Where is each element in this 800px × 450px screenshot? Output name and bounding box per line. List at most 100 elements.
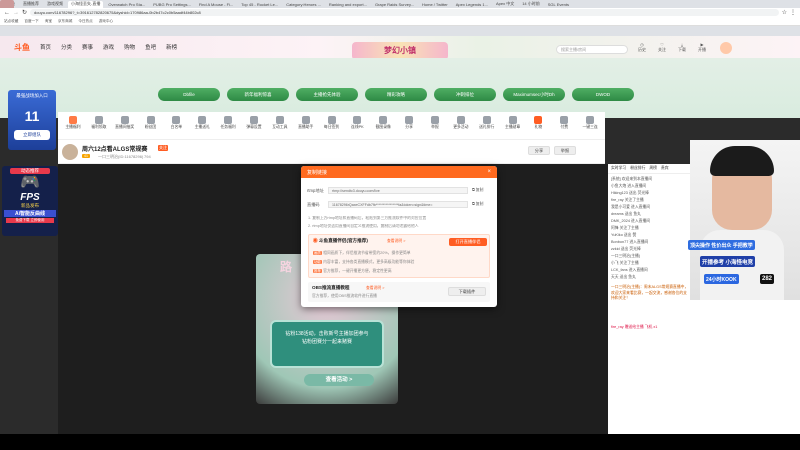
nav-link[interactable]: 购物 [124,43,135,51]
back-arrow-icon[interactable]: ← [4,10,10,16]
nav-link[interactable]: 游戏 [103,43,114,51]
bookmark-item[interactable]: 京东商城 [58,19,72,24]
bookmark-item[interactable]: 百度一下 [24,19,38,24]
bookmark-item[interactable]: 今日热点 [78,19,92,24]
key-copy-button[interactable]: ⧉ 复制 [472,202,483,207]
stream-key-field[interactable]: 11678296rQaxeCXFFdb7fb****************fa… [328,201,468,208]
toolbar-item[interactable]: 直播间抽奖 [112,116,138,130]
toolbar-item[interactable]: 任务福利 [215,116,241,130]
chat-message: fire_ray 关注了主播 [611,198,644,202]
banner-pill[interactable]: Dbfile [158,88,220,101]
toolbar-item[interactable]: 一键三连 [577,116,603,130]
banner-pill[interactable]: 新年福利惊喜 [227,88,289,101]
address-input[interactable]: douyu.com/11678296?_t=391612782820675&dy… [30,9,779,16]
open-companion-button[interactable]: 打开直播伴侣 [449,238,487,246]
reload-icon[interactable]: ↻ [22,9,27,16]
tool-icon [508,116,517,124]
toolbar-item[interactable]: 主播勋章 [500,116,526,130]
browser-tab[interactable]: 游戏视频 [44,1,66,8]
banner-pill[interactable]: 冲刺排位 [434,88,496,101]
browser-tab[interactable]: Apex 中文 [493,1,517,8]
toolbar-item[interactable]: 弹幕设置 [241,116,267,130]
browser-tab[interactable]: Top 45 - Rocket Le... [238,1,281,8]
toolbar-item[interactable]: 举报 [422,116,448,130]
rtmp-field[interactable]: rtmp://sendtc3.douyu.com/live [328,187,468,194]
banner-pill[interactable]: 主播抢先体验 [296,88,358,101]
chat-tab[interactable]: 周榜 [649,166,657,171]
rtmp-copy-button[interactable]: ⧉ 复制 [472,188,483,193]
follow-button[interactable]: 关注 [158,145,168,151]
browser-tab[interactable]: Grape Raids Survey... [372,1,417,8]
nav-link[interactable]: 首页 [40,43,51,51]
star-icon[interactable]: ☆ [782,9,787,16]
toolbar-item[interactable]: 主播送礼 [189,116,215,130]
toolbar-item[interactable]: 主播福利 [60,116,86,130]
broadcast-icon[interactable]: ▶ 开播 [696,42,708,56]
bookmark-item[interactable]: 站点收藏 [4,19,18,24]
report-button[interactable]: 举报 [554,146,576,155]
nav-link[interactable]: 鱼吧 [145,43,156,51]
chat-message: 一口三明治(主播) [611,254,641,258]
chat-message: dreams 送出 鱼丸 [611,212,641,216]
left-ad[interactable]: 动态推荐 🎮 FPS 新品发布 Ai智能反曲线 免费下载 立即使用 [2,166,58,236]
browser-tab[interactable]: 直播推荐 [20,1,42,8]
tool-icon [301,116,310,124]
browser-tab[interactable]: Ranking and export... [326,1,370,8]
toolbar-item[interactable]: 每日签到 [319,116,345,130]
nav-link[interactable]: 新榜 [166,43,177,51]
browser-tab-active[interactable]: 小海怪丢失-直播 [68,0,104,8]
toolbar-item[interactable]: 礼物 [525,116,551,130]
nav-link[interactable]: 分类 [61,43,72,51]
bookmark-item[interactable]: 游戏中心 [99,19,113,24]
site-logo[interactable]: 斗鱼 [14,42,30,53]
bookmark-item[interactable]: 淘宝 [45,19,52,24]
tool-label: 任务福利 [220,125,236,129]
toolbar-item[interactable]: 直播助手 [293,116,319,130]
companion-help-link[interactable]: 查看说明 > [387,239,405,244]
browser-tab[interactable]: Apex Legends 1... [453,1,491,8]
streamer-avatar[interactable] [62,144,78,160]
browser-tab[interactable]: Home / Twitter [419,1,451,8]
browser-tab[interactable]: Category:Heroes ... [283,1,324,8]
history-icon[interactable]: ◷ 历史 [636,42,648,56]
browser-tab[interactable]: 14 小时前 [519,1,543,8]
toolbar-item[interactable]: 福利领取 [86,116,112,130]
nav-link[interactable]: 赛事 [82,43,93,51]
menu-dots-icon[interactable]: ⋮ [790,9,796,16]
browser-tab[interactable]: PUBG Pro Settings... [150,1,194,8]
site-search-input[interactable]: 搜索主播/房间 [556,45,628,54]
follow-icon[interactable]: ♡ 关注 [656,42,668,56]
tool-label: 主播勋章 [504,125,521,129]
browser-tab[interactable]: SGL Events [545,1,572,8]
toolbar-item[interactable]: 更多活动 [448,116,474,130]
banner-pill[interactable]: 精彩攻略 [365,88,427,101]
view-activity-button[interactable]: 查看活动 > [304,374,374,386]
close-icon[interactable]: × [487,169,491,175]
download-icon[interactable]: ⤓ 下载 [676,42,688,56]
toolbar-item[interactable]: 互动工具 [267,116,293,130]
toolbar-item[interactable]: 连线PK [344,116,370,130]
toolbar-item[interactable]: 分享 [396,116,422,130]
obs-help-link[interactable]: 查看说明 > [366,286,384,291]
squad-panel[interactable]: 最强战场加入口 11 立即组队 [8,90,56,150]
dialog-title: 复制链接 [307,169,328,176]
squad-join-button[interactable]: 立即组队 [14,130,50,140]
tool-label: 分享 [405,125,413,129]
banner-pill[interactable]: DWOD [572,88,634,101]
download-plugin-button[interactable]: 下载插件 [448,287,486,296]
toolbar-item[interactable]: 粉丝团 [138,116,164,130]
browser-tab[interactable]: Overwatch Pro Sta... [105,1,148,8]
toolbar-item[interactable]: 送礼排行 [474,116,500,130]
browser-tab[interactable]: Find A Mouse - Fi... [196,1,236,8]
toolbar-item[interactable]: 付费 [551,116,577,130]
chat-tab[interactable]: 实时学习 [611,166,626,171]
toolbar-item[interactable]: 白名单 [163,116,189,130]
copy-label: 复制 [475,188,484,192]
banner-pill[interactable]: Maximumsec小时Dh [503,88,565,101]
chat-tab[interactable]: 粉丝排行 [630,166,645,171]
chat-tab[interactable]: 贵宾 [661,166,669,171]
forward-arrow-icon[interactable]: → [13,10,19,16]
share-button[interactable]: 分享 [528,146,550,155]
user-avatar[interactable] [720,42,732,54]
toolbar-item[interactable]: 截图录像 [370,116,396,130]
